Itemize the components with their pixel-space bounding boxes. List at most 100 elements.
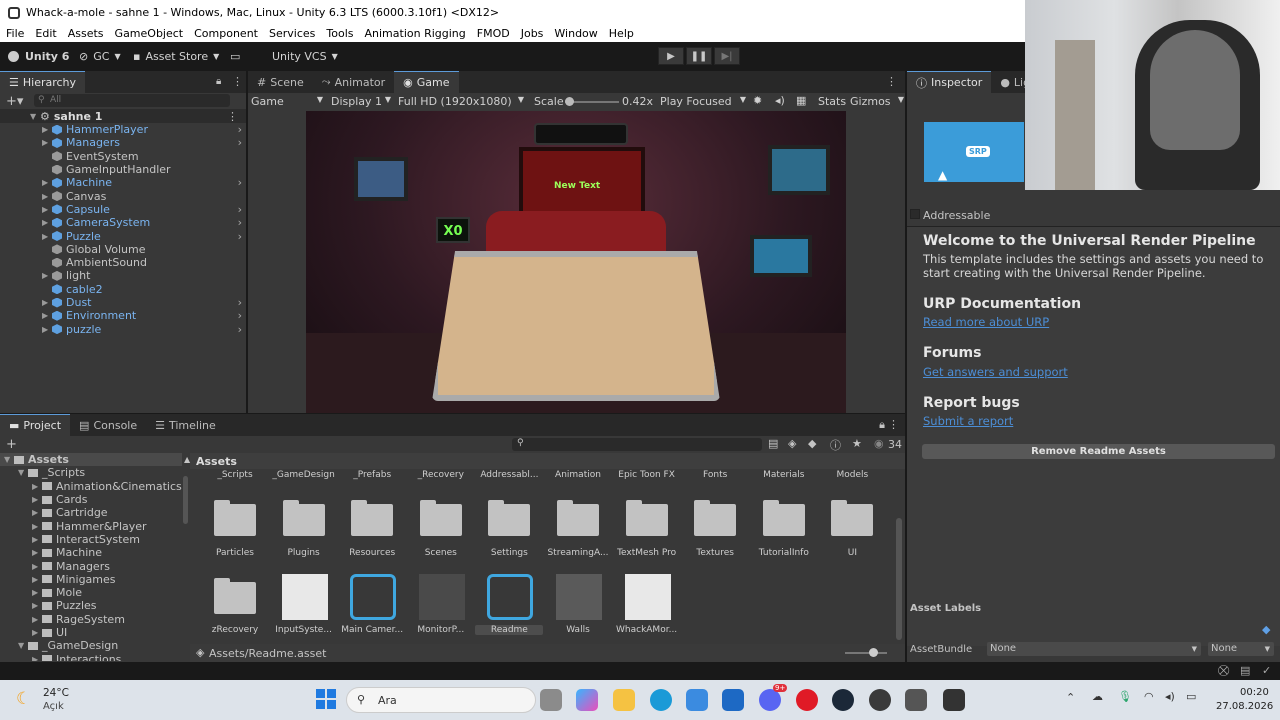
expand-arrow-icon[interactable]: ▶ <box>32 588 42 597</box>
unity-hub-icon[interactable] <box>905 689 927 711</box>
expand-icon[interactable]: ▼ <box>30 112 40 121</box>
taskbar-search[interactable]: ⚲ Ara <box>346 687 536 713</box>
asset-label[interactable]: Plugins <box>270 548 338 558</box>
script-icon[interactable] <box>487 574 534 620</box>
clock-time[interactable]: 00:20 <box>1240 687 1269 698</box>
asset-store-dropdown[interactable]: ▪ Asset Store ▼ <box>133 50 219 63</box>
expand-arrow-icon[interactable]: ▶ <box>42 178 52 187</box>
kebab-menu-icon[interactable]: ⋮ <box>886 75 897 88</box>
expand-arrow-icon[interactable]: ▶ <box>32 495 42 504</box>
menu-gameobject[interactable]: GameObject <box>115 27 184 40</box>
asset-label[interactable]: Particles <box>201 548 269 558</box>
tab-hierarchy[interactable]: ☰ Hierarchy <box>0 71 86 93</box>
expand-arrow-icon[interactable]: ▶ <box>32 535 42 544</box>
hierarchy-item[interactable]: ▶ Machine › <box>0 176 246 189</box>
project-tree-item[interactable]: ▶ Cards <box>0 493 182 506</box>
expand-arrow-icon[interactable]: ▼ <box>4 455 14 464</box>
store-icon[interactable] <box>686 689 708 711</box>
project-tree-item[interactable]: ▶ RageSystem <box>0 613 182 626</box>
info-icon[interactable]: ⓘ <box>830 437 841 453</box>
asset-label[interactable]: Scenes <box>407 548 475 558</box>
project-tree-item[interactable]: ▼ _Scripts <box>0 466 182 479</box>
project-tree-item[interactable]: ▶ Mole <box>0 586 182 599</box>
project-tree-item[interactable]: ▶ UI <box>0 626 182 639</box>
menu-services[interactable]: Services <box>269 27 315 40</box>
remove-readme-button[interactable]: Remove Readme Assets <box>922 444 1275 459</box>
script-icon[interactable] <box>350 574 397 620</box>
folder-icon[interactable] <box>625 500 668 536</box>
project-search-input[interactable]: ⚲ <box>512 438 762 451</box>
lock-icon[interactable]: 🔒︎ <box>216 76 221 87</box>
forums-link[interactable]: Get answers and support <box>923 365 1068 379</box>
battery-icon[interactable]: ▭ <box>1186 690 1196 703</box>
folder-icon[interactable] <box>557 500 599 536</box>
asset-label[interactable]: Fonts <box>681 470 749 480</box>
project-tree-item[interactable]: ▶ Machine <box>0 546 182 559</box>
project-tree-item[interactable]: ▶ Animation&Cinematics <box>0 480 182 493</box>
play-button[interactable]: ▶ <box>658 47 684 65</box>
menu-animation-rigging[interactable]: Animation Rigging <box>365 27 466 40</box>
resolution-dropdown[interactable]: Full HD (1920x1080) ▼ <box>398 95 524 108</box>
prefab-icon[interactable] <box>418 574 465 620</box>
asset-label[interactable]: Walls <box>544 625 612 635</box>
discord-icon[interactable] <box>759 689 781 711</box>
type-filter-icon[interactable]: ◈ <box>788 437 796 450</box>
menu-component[interactable]: Component <box>194 27 258 40</box>
unity-account-button[interactable]: Unity 6 <box>8 50 69 63</box>
expand-arrow-icon[interactable]: ▶ <box>42 205 52 214</box>
expand-arrow-icon[interactable]: ▶ <box>32 562 42 571</box>
menu-edit[interactable]: Edit <box>35 27 56 40</box>
asset-label[interactable]: WhackAMor... <box>613 625 681 635</box>
copilot-icon[interactable] <box>576 689 598 711</box>
vcs-dropdown[interactable]: Unity VCS ▼ <box>272 50 338 63</box>
gc-dropdown[interactable]: ⊘ GC ▼ <box>79 50 121 63</box>
start-button[interactable] <box>316 689 336 709</box>
project-tree-item[interactable]: ▼ Assets <box>0 453 182 467</box>
icon-size-slider[interactable] <box>845 648 887 657</box>
folder-icon[interactable] <box>351 500 394 536</box>
tab-console[interactable]: ▤ Console <box>70 414 146 436</box>
asset-label[interactable]: Main Camer... <box>338 625 406 635</box>
project-tree-item[interactable]: ▶ Cartridge <box>0 506 182 519</box>
folder-icon[interactable] <box>282 500 325 536</box>
expand-arrow-icon[interactable]: ▶ <box>32 508 42 517</box>
kebab-menu-icon[interactable]: ⋮ <box>232 75 243 88</box>
hierarchy-item[interactable]: ▶ Managers › <box>0 136 246 149</box>
variant-dropdown[interactable]: None ▼ <box>1208 642 1274 656</box>
doc-link[interactable]: Read more about URP <box>923 315 1049 329</box>
folder-icon[interactable] <box>762 500 805 536</box>
file-explorer-icon[interactable] <box>613 689 635 711</box>
chevron-right-icon[interactable]: › <box>238 136 242 149</box>
chevron-right-icon[interactable]: › <box>238 309 242 322</box>
unity-editor-icon[interactable] <box>943 689 965 711</box>
expand-arrow-icon[interactable]: ▶ <box>32 522 42 531</box>
project-tree-item[interactable]: ▼ _GameDesign <box>0 639 182 652</box>
expand-arrow-icon[interactable]: ▶ <box>32 601 42 610</box>
clock-date[interactable]: 27.08.2026 <box>1216 701 1273 712</box>
menu-jobs[interactable]: Jobs <box>521 27 544 40</box>
menu-fmod[interactable]: FMOD <box>477 27 510 40</box>
layers-button[interactable]: ▭ <box>230 50 240 63</box>
add-button[interactable]: +▾ <box>6 94 23 109</box>
project-tree-item[interactable]: ▶ InteractSystem <box>0 533 182 546</box>
tab-animator[interactable]: ⤳ Animator <box>313 71 394 93</box>
grid-icon[interactable]: ▦ <box>796 94 806 107</box>
expand-arrow-icon[interactable]: ▶ <box>42 298 52 307</box>
label-filter-icon[interactable]: ◆ <box>808 437 816 450</box>
add-button[interactable]: + <box>6 437 17 452</box>
hierarchy-search-input[interactable]: ⚲ All <box>34 94 230 107</box>
check-icon[interactable]: ✓ <box>1262 664 1271 677</box>
project-tree-item[interactable]: ▶ Minigames <box>0 573 182 586</box>
chevron-right-icon[interactable]: › <box>238 203 242 216</box>
expand-arrow-icon[interactable]: ▶ <box>42 192 52 201</box>
expand-arrow-icon[interactable]: ▶ <box>32 655 42 661</box>
task-view-icon[interactable] <box>540 689 562 711</box>
asset-label[interactable]: Epic Toon FX <box>613 470 681 480</box>
hierarchy-item[interactable]: ▶ Capsule › <box>0 203 246 216</box>
menu-file[interactable]: File <box>6 27 24 40</box>
step-button[interactable]: ▶| <box>714 47 740 65</box>
asset-label[interactable]: _Prefabs <box>338 470 406 480</box>
volume-icon[interactable]: ◂) <box>1165 690 1175 703</box>
asset-label[interactable]: Readme <box>475 625 544 635</box>
hierarchy-item[interactable]: cable2 <box>0 283 246 296</box>
